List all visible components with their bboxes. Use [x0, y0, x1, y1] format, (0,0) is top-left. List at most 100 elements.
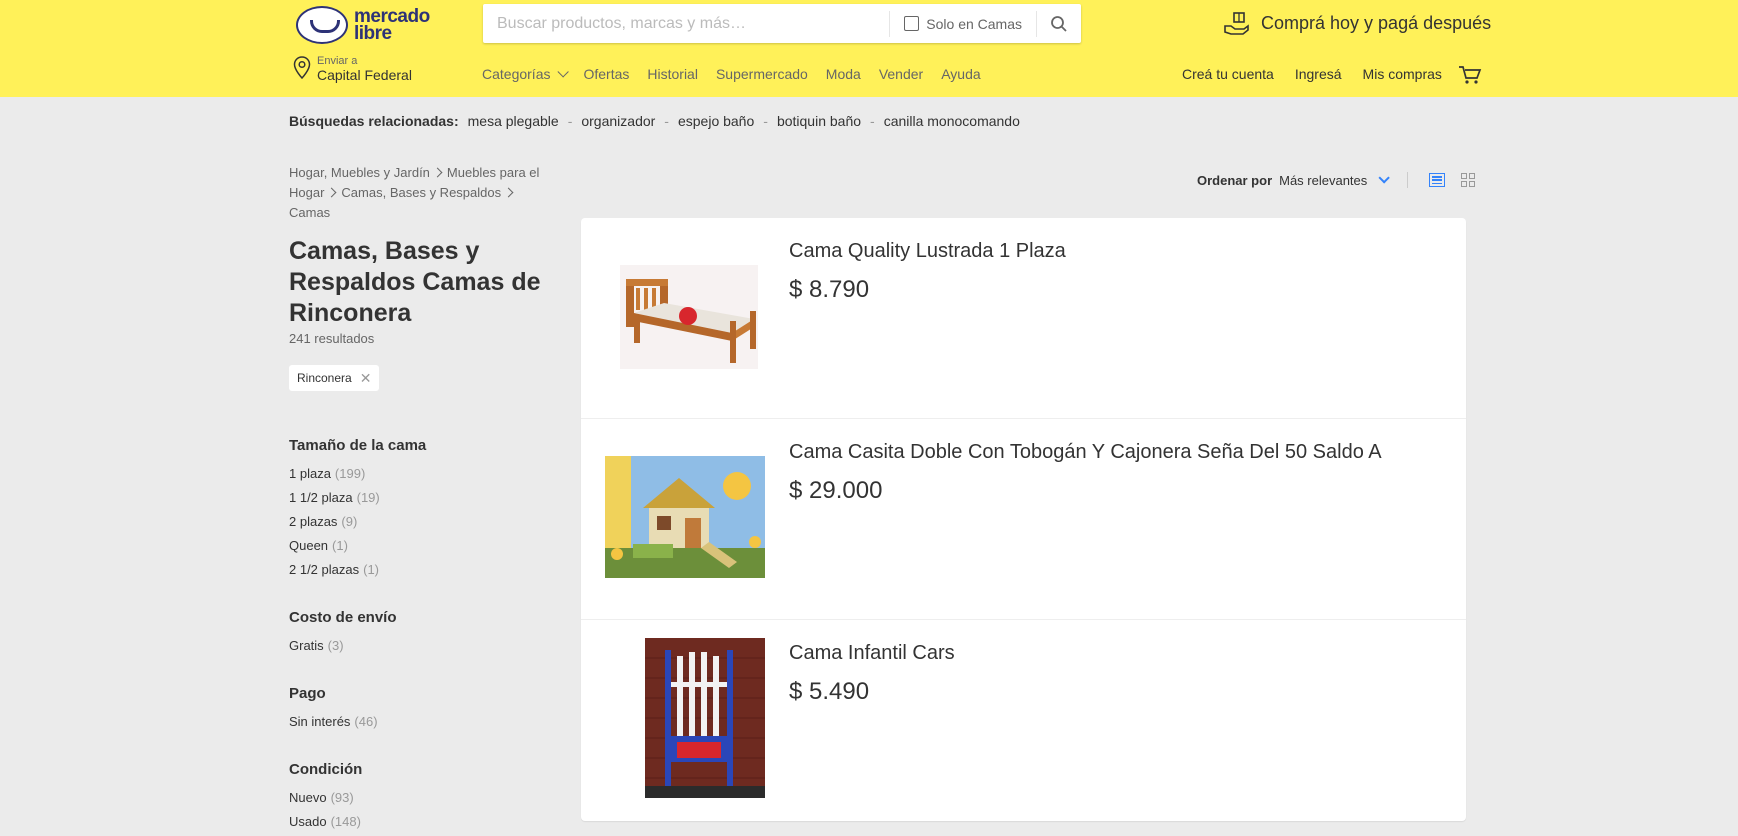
filter-title: Costo de envío [289, 609, 397, 626]
logo-text: mercado libre [354, 7, 430, 44]
separator: - [567, 113, 573, 129]
shipping-location[interactable]: Enviar a Capital Federal [293, 54, 412, 82]
filter-option[interactable]: 2 1/2 plazas (1) [289, 561, 549, 585]
related-search-link[interactable]: organizador [581, 113, 655, 129]
filter-count: (9) [341, 514, 358, 529]
product-price: $ 29.000 [789, 477, 883, 504]
list-view-icon[interactable] [1429, 173, 1446, 187]
chevron-down-icon[interactable] [1378, 172, 1391, 184]
filter-option[interactable]: 1 1/2 plaza (19) [289, 489, 549, 513]
nav-fashion[interactable]: Moda [826, 66, 861, 82]
filter-count: (93) [330, 790, 354, 805]
chevron-right-icon [432, 167, 443, 178]
header: mercado libre Solo en Camas Comprá hoy y… [0, 0, 1738, 97]
breadcrumb-item[interactable]: Camas [289, 205, 330, 220]
hand-box-icon [1224, 12, 1249, 35]
mercadolibre-logo[interactable]: mercado libre [296, 5, 430, 45]
create-account-link[interactable]: Creá tu cuenta [1182, 66, 1274, 82]
close-icon[interactable]: ✕ [360, 370, 372, 387]
product-title[interactable]: Cama Casita Doble Con Tobogán Y Cajonera… [789, 441, 1382, 464]
filter-option[interactable]: Usado (148) [289, 813, 549, 836]
filter-group-payment: Pago Sin interés (46) [289, 685, 549, 737]
breadcrumb-item[interactable]: Hogar, Muebles y Jardín [289, 165, 430, 180]
grid-view-icon[interactable] [1461, 173, 1476, 187]
product-card[interactable]: Cama Quality Lustrada 1 Plaza $ 8.790 [581, 218, 1466, 419]
filter-option[interactable]: 1 plaza (199) [289, 465, 549, 489]
filter-count: (1) [332, 538, 348, 553]
related-search-link[interactable]: mesa plegable [468, 113, 559, 129]
filter-title: Condición [289, 761, 363, 778]
filter-option-label: 2 plazas [289, 514, 338, 529]
filter-option-label: 2 1/2 plazas [289, 562, 360, 577]
filter-group-shipping: Costo de envío Gratis (3) [289, 609, 549, 661]
page-title: Camas, Bases y Respaldos Camas de Rincon… [289, 237, 541, 327]
filter-option[interactable]: Gratis (3) [289, 637, 549, 661]
user-nav: Creá tu cuenta Ingresá Mis compras [1182, 66, 1442, 82]
filter-count: (19) [356, 490, 380, 505]
nav-categories-label: Categorías [482, 66, 551, 82]
playhouse-bed-image [605, 456, 765, 578]
promo-text: Comprá hoy y pagá después [1261, 12, 1492, 33]
product-image[interactable] [609, 236, 769, 396]
related-search-link[interactable]: botiquin baño [777, 113, 861, 129]
sort-label: Ordenar por [1197, 172, 1273, 188]
nav-supermarket[interactable]: Supermercado [716, 66, 808, 82]
search-input[interactable] [483, 4, 890, 43]
login-link[interactable]: Ingresá [1295, 66, 1342, 82]
filter-option[interactable]: Nuevo (93) [289, 789, 549, 813]
chevron-right-icon [326, 187, 337, 198]
related-search-link[interactable]: canilla monocomando [884, 113, 1020, 129]
filters-sidebar: Tamaño de la cama 1 plaza (199) 1 1/2 pla… [289, 437, 549, 836]
filter-option[interactable]: Queen (1) [289, 537, 549, 561]
product-price: $ 8.790 [789, 276, 870, 303]
nav-sell[interactable]: Vender [879, 66, 923, 82]
nav-history[interactable]: Historial [647, 66, 698, 82]
sort-controls: Ordenar por Más relevantes [1197, 172, 1476, 188]
filter-option[interactable]: Sin interés (46) [289, 713, 549, 737]
ship-location: Capital Federal [317, 67, 412, 83]
nav-categories[interactable]: Categorías [482, 66, 570, 82]
related-search-link[interactable]: espejo baño [678, 113, 754, 129]
applied-filter-chip[interactable]: Rinconera ✕ [289, 365, 380, 391]
results-count: 241 resultados [289, 331, 375, 346]
product-image[interactable] [605, 437, 765, 597]
product-card[interactable]: Cama Casita Doble Con Tobogán Y Cajonera… [581, 419, 1466, 620]
breadcrumb-item[interactable]: Camas, Bases y Respaldos [341, 185, 501, 200]
filter-option-label: Gratis [289, 638, 324, 653]
filter-option-label: Usado [289, 814, 327, 829]
related-searches-label: Búsquedas relacionadas: [289, 113, 459, 129]
filter-option-label: 1 plaza [289, 466, 331, 481]
main-nav: Categorías Ofertas Historial Supermercad… [482, 66, 981, 82]
filter-title: Tamaño de la cama [289, 437, 427, 454]
sort-dropdown[interactable]: Más relevantes [1279, 173, 1367, 188]
product-title[interactable]: Cama Infantil Cars [789, 642, 955, 665]
logo-line2: libre [354, 23, 392, 44]
filter-option-label: Sin interés [289, 714, 351, 729]
product-image[interactable] [625, 638, 785, 798]
separator: - [870, 113, 875, 129]
chevron-down-icon [557, 66, 570, 78]
my-purchases-link[interactable]: Mis compras [1363, 66, 1442, 82]
related-searches: Búsquedas relacionadas: mesa plegable - … [289, 113, 1020, 129]
nav-help[interactable]: Ayuda [941, 66, 980, 82]
ship-to-label: Enviar a [317, 55, 358, 67]
filter-option-label: Queen [289, 538, 329, 553]
only-category-label: Solo en Camas [926, 15, 1022, 32]
filter-option[interactable]: 2 plazas (9) [289, 513, 549, 537]
breadcrumb: Hogar, Muebles y Jardín Muebles para el H… [289, 163, 569, 223]
only-category-checkbox[interactable]: Solo en Camas [890, 4, 1036, 43]
separator: - [763, 113, 768, 129]
divider [1407, 172, 1409, 188]
filter-count: (1) [363, 562, 379, 577]
search-button[interactable] [1037, 4, 1081, 43]
cart-icon[interactable] [1458, 65, 1482, 85]
product-title[interactable]: Cama Quality Lustrada 1 Plaza [789, 240, 1066, 263]
filter-group-bed-size: Tamaño de la cama 1 plaza (199) 1 1/2 pla… [289, 437, 549, 585]
promo-banner[interactable]: Comprá hoy y pagá después [1223, 10, 1491, 36]
handshake-logo-icon [296, 6, 348, 44]
checkbox-icon[interactable] [904, 16, 920, 31]
filter-count: (148) [330, 814, 361, 829]
filter-count: (3) [327, 638, 344, 653]
nav-offers[interactable]: Ofertas [583, 66, 629, 82]
product-card[interactable]: Cama Infantil Cars $ 5.490 [581, 620, 1466, 821]
